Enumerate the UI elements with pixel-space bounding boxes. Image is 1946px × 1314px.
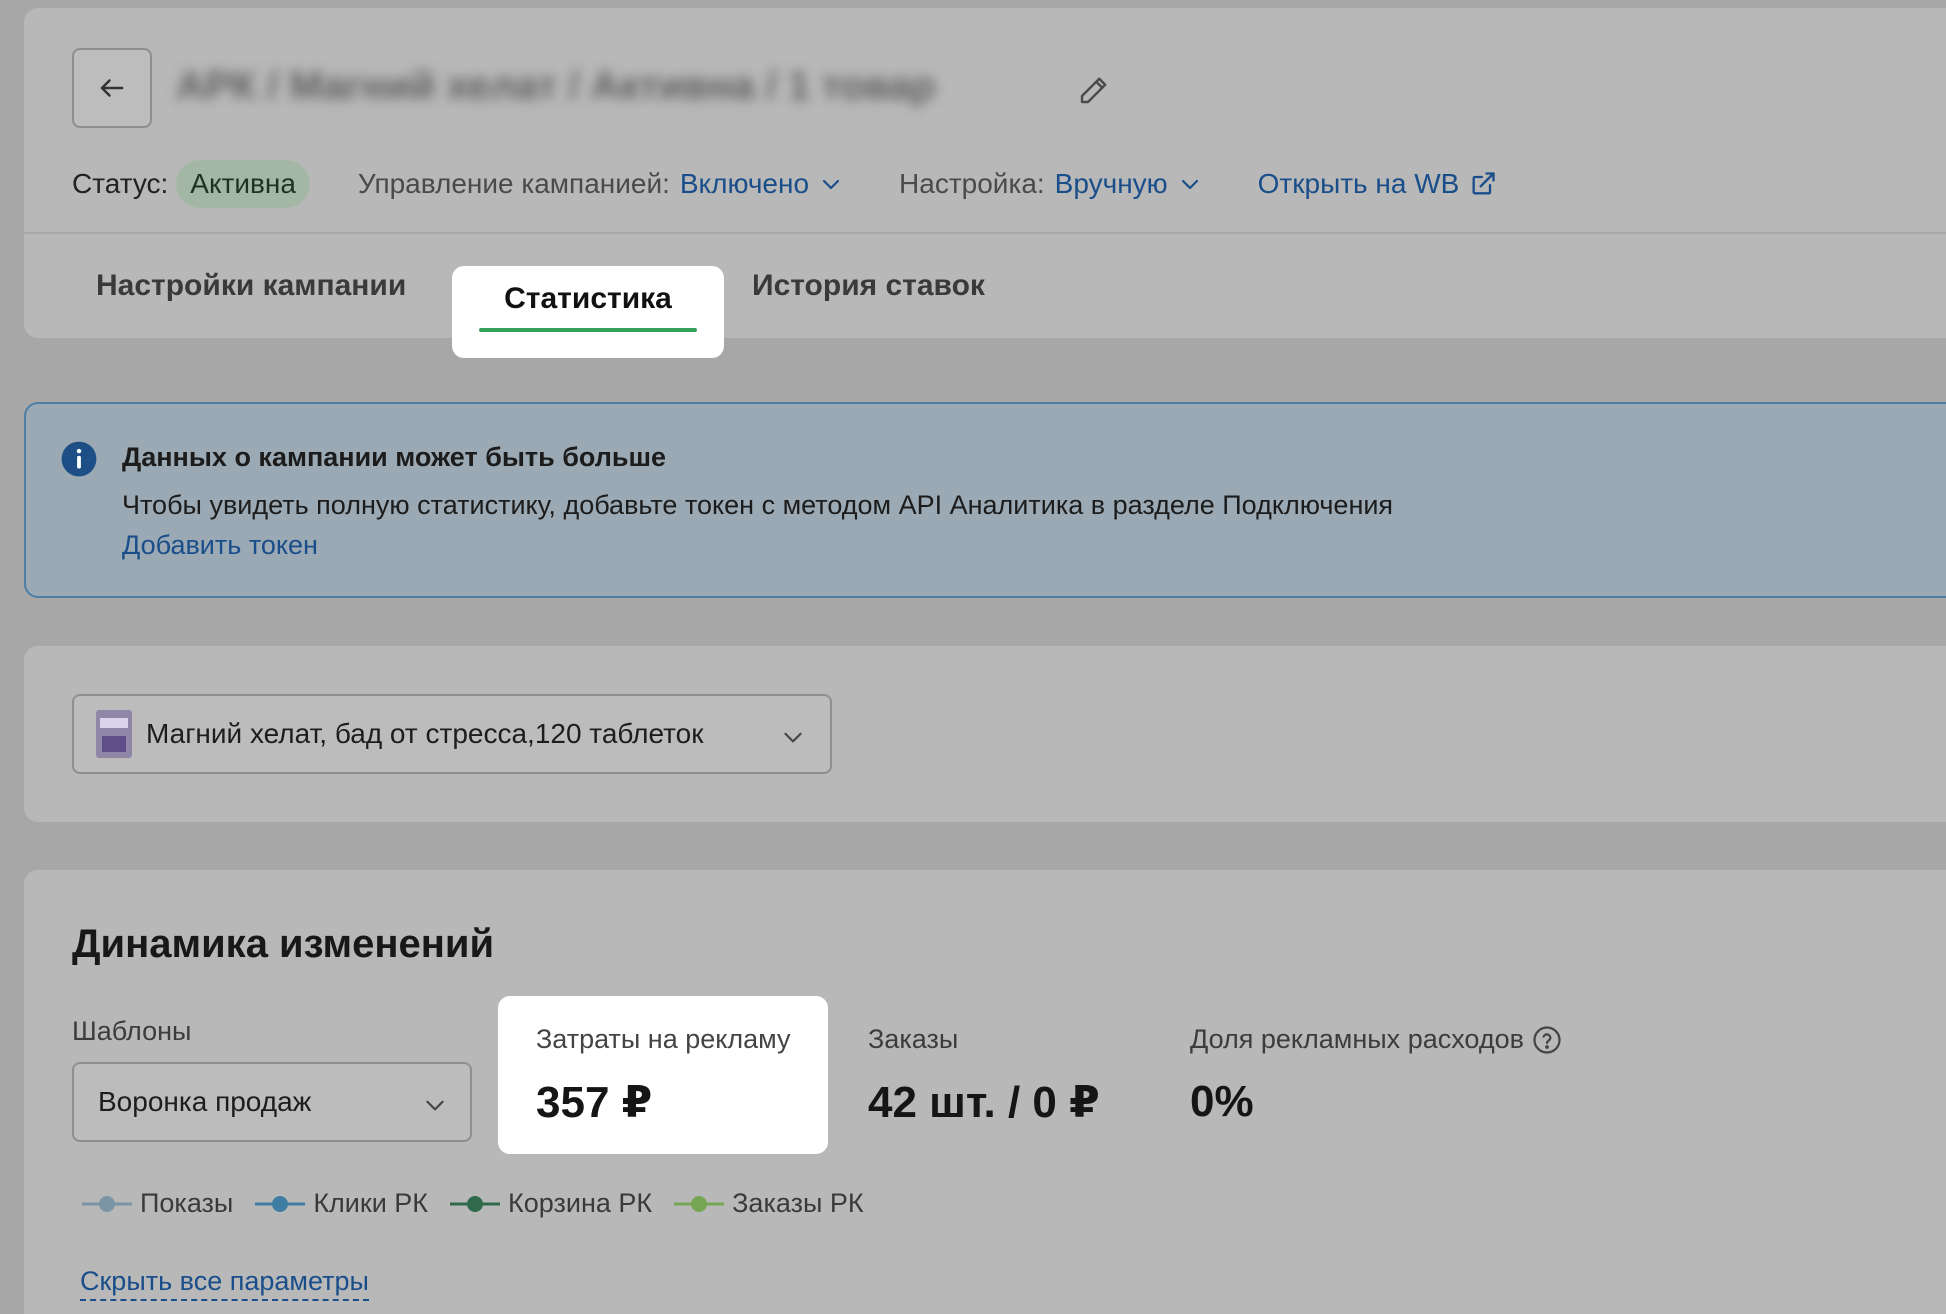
- hide-all-params-link[interactable]: Скрыть все параметры: [80, 1266, 369, 1301]
- legend-label: Корзина РК: [508, 1188, 653, 1218]
- tab-statistics[interactable]: Статистика: [452, 266, 724, 358]
- tab-campaign-settings[interactable]: Настройки кампании: [96, 234, 406, 338]
- external-link-icon: [1472, 172, 1495, 195]
- back-button[interactable]: [72, 48, 152, 128]
- legend-marker-icon: [255, 1195, 306, 1212]
- status-badge: Активна: [176, 160, 310, 208]
- legend-marker-icon: [450, 1195, 501, 1212]
- open-on-wb-label: Открыть на WB: [1257, 168, 1460, 199]
- campaign-status-row: Статус: Активна Управление кампанией: Вк…: [72, 160, 1497, 208]
- legend-marker-icon: [674, 1195, 725, 1212]
- legend-item-orders[interactable]: Заказы РК: [674, 1188, 864, 1219]
- product-thumbnail: [96, 710, 132, 758]
- dynamics-card: Динамика изменений Шаблоны Воронка прода…: [24, 870, 1946, 1314]
- metric-label-row: Доля рекламных расходов: [1190, 1024, 1562, 1055]
- info-banner-title: Данных о кампании может быть больше: [122, 442, 667, 472]
- metric-label: Доля рекламных расходов: [1190, 1024, 1524, 1054]
- pencil-icon[interactable]: [1076, 72, 1112, 108]
- chevron-down-icon: [784, 732, 802, 743]
- dynamics-title: Динамика изменений: [72, 922, 495, 966]
- metric-ad-spend: Затраты на рекламу 357 ₽: [498, 996, 828, 1154]
- add-token-link[interactable]: Добавить токен: [122, 530, 318, 561]
- metric-value: 0%: [1190, 1077, 1254, 1126]
- metric-value: 357 ₽: [536, 1078, 653, 1127]
- product-selector-card: Магний хелат, бад от стресса,120 таблето…: [24, 646, 1946, 822]
- legend-item-clicks[interactable]: Клики РК: [255, 1188, 428, 1219]
- management-value: Включено: [679, 168, 810, 199]
- management-label: Управление кампанией:: [357, 168, 670, 199]
- chevron-down-icon: [426, 1100, 444, 1111]
- management-dropdown[interactable]: Управление кампанией: Включено: [358, 168, 843, 200]
- metric-label: Заказы: [868, 1024, 959, 1054]
- campaign-tabs: Настройки кампании Статистика История ст…: [24, 234, 1946, 358]
- chevron-down-icon: [822, 179, 840, 190]
- help-icon[interactable]: [1532, 1025, 1562, 1055]
- open-on-wb-link[interactable]: Открыть на WB: [1258, 168, 1498, 200]
- setting-dropdown[interactable]: Настройка: Вручную: [899, 168, 1202, 200]
- legend-marker-icon: [82, 1195, 132, 1212]
- metric-label: Затраты на рекламу: [536, 1024, 791, 1054]
- templates-label: Шаблоны: [72, 1016, 192, 1046]
- tab-label: Статистика: [504, 282, 672, 315]
- legend-item-cart[interactable]: Корзина РК: [450, 1188, 652, 1219]
- tab-bid-history[interactable]: История ставок: [752, 234, 985, 338]
- template-select-value: Воронка продаж: [98, 1086, 312, 1117]
- tab-label: Настройки кампании: [96, 269, 407, 302]
- active-tab-indicator: [479, 328, 697, 332]
- setting-value: Вручную: [1054, 168, 1168, 199]
- status-label: Статус:: [72, 168, 169, 199]
- metric-value: 42 шт. / 0 ₽: [868, 1078, 1100, 1127]
- tab-label: История ставок: [752, 269, 985, 302]
- template-select[interactable]: Воронка продаж: [72, 1062, 472, 1142]
- campaign-header: АРК / Магний хелат / Активна / 1 товар С…: [24, 8, 1946, 358]
- setting-label: Настройка:: [899, 168, 1045, 199]
- product-select-value: Магний хелат, бад от стресса,120 таблето…: [146, 718, 704, 749]
- info-icon: [61, 441, 97, 477]
- legend-label: Показы: [140, 1188, 234, 1218]
- info-banner: Данных о кампании может быть больше Чтоб…: [24, 402, 1946, 598]
- campaign-title: АРК / Магний хелат / Активна / 1 товар: [176, 64, 936, 108]
- chart-legend: Показы Клики РК Корзина РК Заказы РК: [82, 1188, 864, 1219]
- arrow-left-icon: [100, 79, 124, 97]
- legend-label: Заказы РК: [732, 1188, 864, 1218]
- legend-label: Клики РК: [313, 1188, 429, 1218]
- metric-ad-cost-share: Доля рекламных расходов 0%: [1190, 1024, 1562, 1127]
- metric-orders: Заказы 42 шт. / 0 ₽: [868, 1024, 1100, 1128]
- legend-item-impressions[interactable]: Показы: [82, 1188, 233, 1219]
- info-banner-text: Чтобы увидеть полную статистику, добавьт…: [122, 490, 1394, 520]
- product-select[interactable]: Магний хелат, бад от стресса,120 таблето…: [72, 694, 832, 774]
- chevron-down-icon: [1181, 179, 1198, 190]
